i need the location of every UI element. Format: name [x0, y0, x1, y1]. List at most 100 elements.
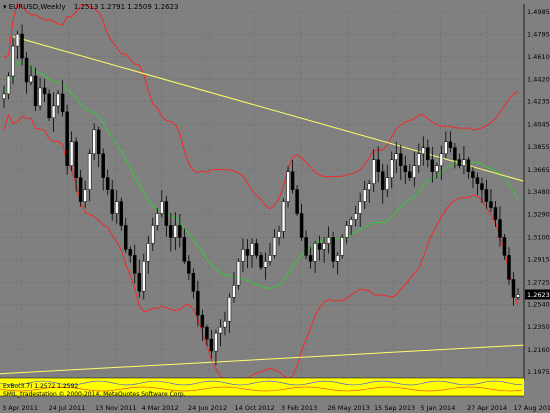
- candle-body: [367, 183, 371, 190]
- candle-body: [435, 165, 439, 172]
- candle-body: [250, 243, 254, 256]
- candle-body: [304, 237, 308, 256]
- support-trendline: [0, 344, 525, 375]
- time-tick-label: 5 Jan 2014: [421, 404, 456, 412]
- candle-body: [142, 261, 146, 292]
- candle-body: [15, 33, 20, 47]
- candle-body: [160, 201, 164, 214]
- candle-body: [196, 291, 200, 316]
- time-tick-label: 14 Oct 2012: [235, 404, 275, 412]
- candle-body: [214, 332, 218, 352]
- candle-body: [272, 237, 277, 256]
- price-chart[interactable]: 1.4985 1.4795 1.4610 1.4420 1.4235 1.4045 1.38…: [0, 0, 550, 413]
- candle-body: [236, 261, 241, 286]
- candle-body: [11, 45, 15, 77]
- candle-body: [430, 159, 435, 172]
- last-price-box: 1.2623: [525, 289, 550, 300]
- time-tick-label: 15 Sep 2013: [374, 404, 415, 412]
- indicator-label-2: SMIL_tradestation © 2000-2014, MetaQuote…: [3, 391, 186, 398]
- candle-body: [344, 225, 349, 238]
- candle-body: [29, 75, 33, 83]
- candle-body: [146, 243, 151, 262]
- price-tick-label: 1.1975: [527, 368, 550, 376]
- candle-body: [51, 105, 56, 119]
- candle-body: [78, 177, 83, 202]
- candles: [2, 24, 520, 366]
- candle-body: [65, 111, 69, 166]
- candle-body: [42, 87, 47, 95]
- candle-body: [137, 273, 142, 292]
- price-tick-label: 1.4420: [527, 76, 550, 84]
- last-price-label: 1.2623: [527, 291, 550, 299]
- candle-body: [489, 201, 493, 208]
- price-tick-label: 1.4045: [527, 120, 550, 128]
- candle-body: [92, 129, 96, 154]
- candle-body: [155, 213, 160, 226]
- candle-body: [313, 243, 317, 262]
- candle-body: [6, 75, 11, 95]
- candle-body: [232, 285, 236, 298]
- candle-body: [182, 237, 187, 262]
- candle-body: [178, 225, 182, 238]
- chart-window: 1.4985 1.4795 1.4610 1.4420 1.4235 1.4045 1.38…: [0, 0, 550, 413]
- candle-body: [335, 255, 340, 262]
- candle-body: [241, 249, 245, 262]
- candle-body: [56, 93, 60, 107]
- candle-body: [38, 87, 42, 107]
- candle-body: [511, 279, 516, 298]
- candle-body: [164, 201, 169, 226]
- candle-body: [358, 201, 362, 214]
- candle-body: [123, 225, 128, 250]
- candle-body: [254, 243, 259, 256]
- candle-body: [453, 147, 457, 160]
- indicator-label-1: ExBo(3.7) 1.2572 1.2592: [3, 383, 79, 390]
- candle-body: [286, 171, 290, 202]
- time-axis: 3 Apr 2011 24 Jul 2011 13 Nov 2011 4 Mar 20…: [2, 404, 550, 412]
- candle-body: [24, 57, 29, 83]
- candle-body: [259, 255, 263, 268]
- price-tick-label: 1.3100: [527, 233, 550, 241]
- candle-body: [493, 207, 498, 220]
- ohlc-values: 1.2513 1.2791 1.2509 1.2623: [73, 3, 179, 11]
- candle-body: [421, 147, 426, 154]
- candle-body: [101, 153, 105, 178]
- candle-body: [245, 249, 250, 256]
- time-tick-label: 27 Apr 2014: [467, 404, 507, 412]
- candle-body: [205, 326, 209, 340]
- candle-body: [227, 296, 232, 322]
- candle-body: [340, 237, 344, 256]
- candle-body: [480, 183, 484, 190]
- candle-body: [200, 314, 205, 328]
- candle-body: [448, 141, 453, 148]
- candle-body: [444, 141, 448, 154]
- price-tick-label: 1.3665: [527, 166, 550, 174]
- trendlines: [0, 36, 525, 375]
- candle-body: [516, 294, 520, 298]
- candle-body: [263, 261, 268, 268]
- candle-body: [74, 141, 78, 178]
- candle-body: [87, 153, 92, 190]
- candle-body: [462, 159, 466, 166]
- candle-body: [371, 159, 376, 184]
- candle-body: [105, 177, 110, 190]
- candle-body: [353, 213, 358, 220]
- candle-body: [403, 165, 408, 172]
- candle-body: [169, 225, 173, 238]
- price-tick-label: 1.2160: [527, 346, 550, 354]
- candle-body: [47, 93, 51, 119]
- candle-body: [299, 213, 304, 238]
- candle-body: [326, 237, 331, 244]
- candle-body: [484, 189, 489, 202]
- candle-body: [187, 261, 191, 274]
- price-axis: 1.4985 1.4795 1.4610 1.4420 1.4235 1.4045 1.38…: [523, 4, 550, 380]
- time-tick-label: 13 Nov 2011: [95, 404, 137, 412]
- price-tick-label: 1.2915: [527, 256, 550, 264]
- candle-body: [385, 177, 389, 190]
- price-tick-label: 1.4795: [527, 31, 550, 39]
- price-tick-label: 1.4610: [527, 53, 550, 61]
- dropdown-icon[interactable]: ▾: [3, 3, 7, 11]
- candle-body: [133, 255, 137, 274]
- candle-body: [119, 201, 123, 226]
- candle-body: [83, 189, 87, 202]
- price-tick-label: 1.4235: [527, 98, 550, 106]
